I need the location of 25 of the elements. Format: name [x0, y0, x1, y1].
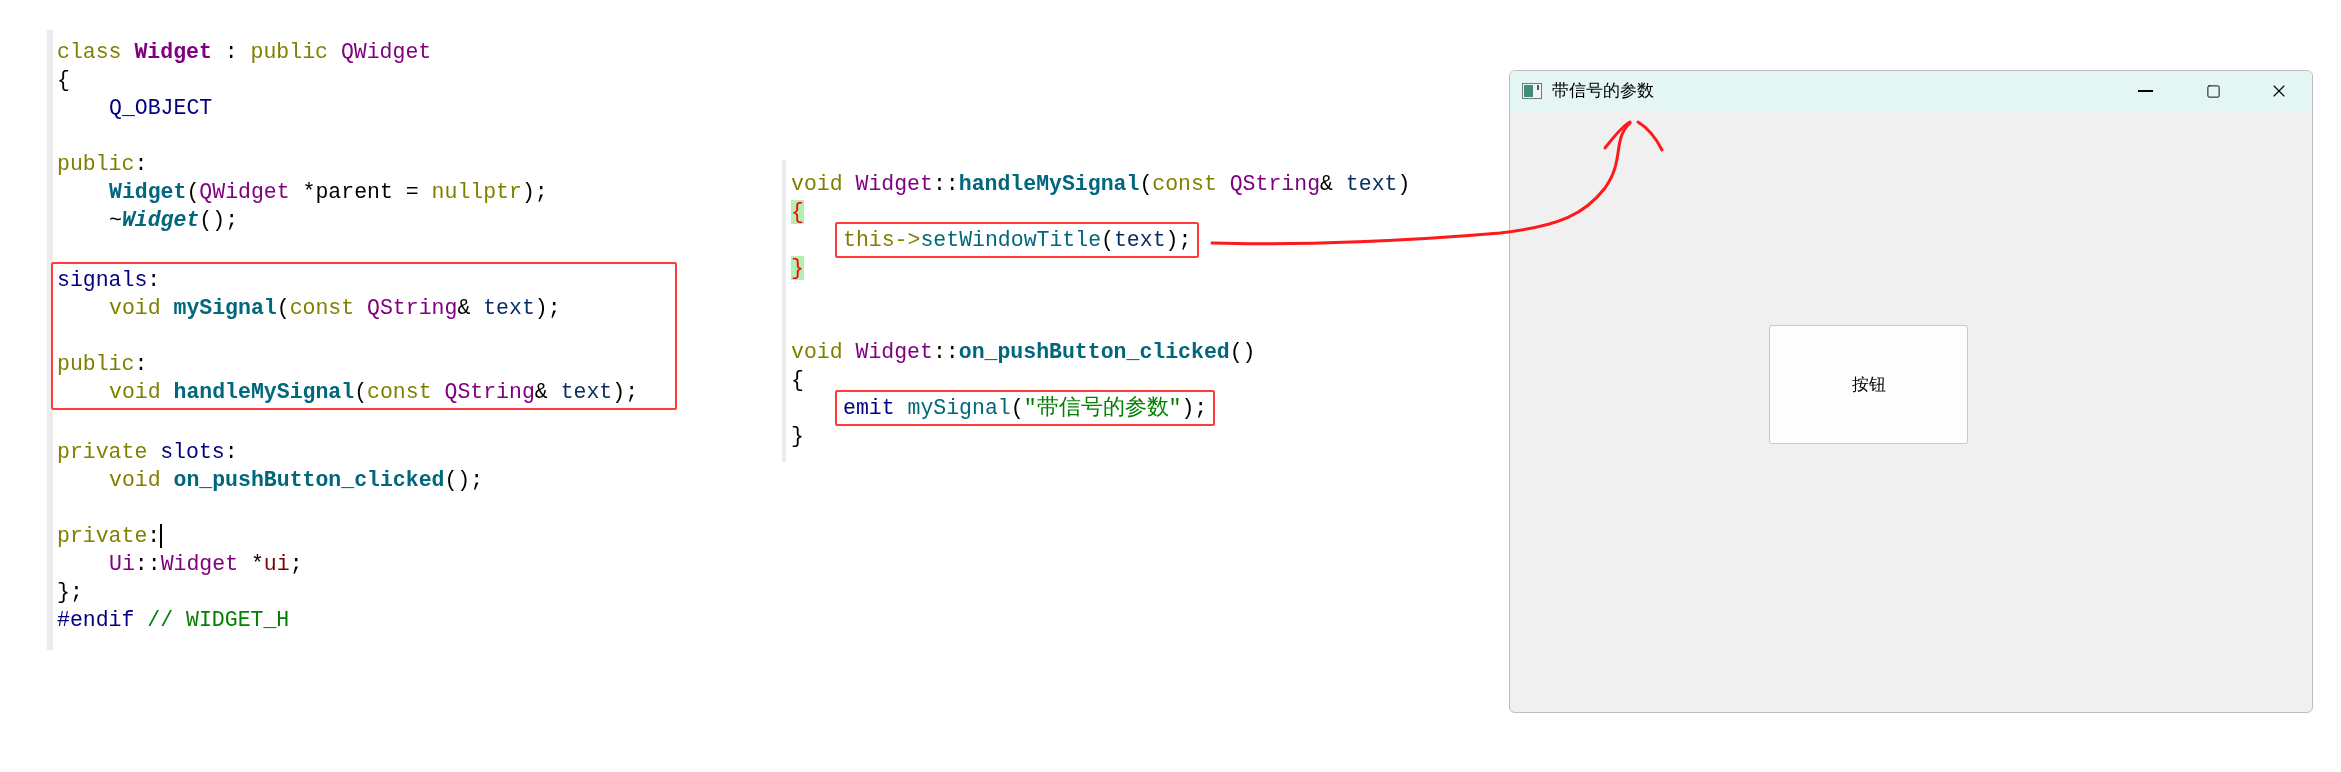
- code-line: ~Widget();: [109, 207, 239, 234]
- code-line: class Widget : public QWidget: [57, 39, 432, 66]
- code-line: };: [57, 579, 83, 606]
- minimize-icon: [2137, 90, 2153, 92]
- code-line: void on_pushButton_clicked();: [109, 467, 484, 494]
- code-line: private:: [57, 523, 161, 550]
- code-line: #endif // WIDGET_H: [57, 607, 290, 634]
- code-line: void Widget::on_pushButton_clicked(): [791, 339, 1256, 366]
- app-icon: [1522, 83, 1542, 99]
- code-line: signals:: [57, 267, 161, 294]
- code-line: Widget(QWidget *parent = nullptr);: [109, 179, 548, 206]
- code-line: void mySignal(const QString& text);: [109, 295, 561, 322]
- code-line: Ui::Widget *ui;: [109, 551, 303, 578]
- code-line: }: [791, 423, 804, 450]
- window-title: 带信号的参数: [1552, 80, 1654, 103]
- maximize-icon: [2205, 83, 2221, 99]
- code-line: public:: [57, 151, 148, 178]
- code-line: public:: [57, 351, 148, 378]
- code-line: void Widget::handleMySignal(const QString& text): [791, 171, 1411, 198]
- code-line: private slots:: [57, 439, 238, 466]
- code-line: {: [57, 67, 70, 94]
- code-line: Q_OBJECT: [109, 95, 213, 122]
- push-button[interactable]: 按钮: [1769, 325, 1968, 444]
- code-line: {: [791, 367, 804, 394]
- code-line: void handleMySignal(const QString& text);: [109, 379, 639, 406]
